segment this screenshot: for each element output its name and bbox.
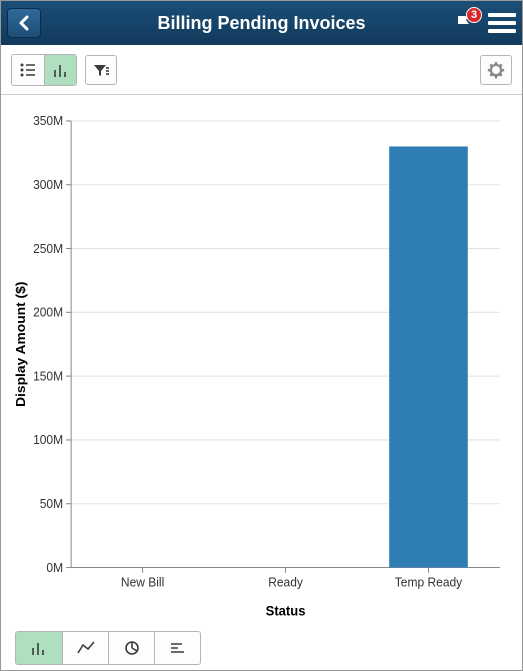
settings-button[interactable]: [480, 55, 512, 85]
chevron-left-icon: [18, 15, 30, 31]
gear-icon: [487, 61, 505, 79]
back-button[interactable]: [7, 8, 41, 38]
chart-type-hbar-button[interactable]: [154, 632, 200, 664]
svg-text:300M: 300M: [33, 178, 63, 192]
svg-text:Temp Ready: Temp Ready: [395, 575, 463, 589]
chart-type-group: [15, 631, 201, 665]
bar-chart-icon: [52, 62, 70, 78]
notifications-button[interactable]: 3: [450, 9, 478, 37]
filter-button[interactable]: [85, 55, 117, 85]
svg-text:Ready: Ready: [268, 575, 303, 589]
notification-badge: 3: [466, 7, 482, 23]
menu-button[interactable]: [488, 9, 516, 37]
svg-text:New Bill: New Bill: [121, 575, 164, 589]
bar-chart: 0M 50M 100M 150M 200M 250M 300M 350M New Bill Rea…: [11, 105, 512, 626]
toolbar: [1, 45, 522, 95]
svg-text:100M: 100M: [33, 433, 63, 447]
view-toggle-group: [11, 54, 77, 86]
chart-type-toolbar: [1, 626, 522, 670]
svg-text:0M: 0M: [46, 560, 63, 574]
line-chart-icon: [76, 639, 96, 657]
svg-text:250M: 250M: [33, 241, 63, 255]
chart-type-pie-button[interactable]: [108, 632, 154, 664]
list-view-button[interactable]: [12, 55, 44, 85]
bar-chart-icon: [29, 639, 49, 657]
menu-icon: [488, 13, 516, 17]
chart-area: 0M 50M 100M 150M 200M 250M 300M 350M New Bill Rea…: [1, 95, 522, 626]
svg-text:150M: 150M: [33, 369, 63, 383]
chart-view-button[interactable]: [44, 55, 76, 85]
pie-chart-icon: [122, 639, 142, 657]
chart-type-bar-button[interactable]: [16, 632, 62, 664]
filter-icon: [92, 62, 110, 78]
list-icon: [19, 62, 37, 78]
chart-type-line-button[interactable]: [62, 632, 108, 664]
svg-text:50M: 50M: [40, 497, 63, 511]
svg-text:350M: 350M: [33, 114, 63, 128]
app-header: Billing Pending Invoices 3: [1, 1, 522, 45]
page-title: Billing Pending Invoices: [1, 13, 522, 34]
horizontal-bar-chart-icon: [168, 639, 188, 657]
svg-text:Status: Status: [266, 603, 306, 618]
svg-text:200M: 200M: [33, 305, 63, 319]
svg-text:Display Amount ($): Display Amount ($): [13, 282, 28, 407]
